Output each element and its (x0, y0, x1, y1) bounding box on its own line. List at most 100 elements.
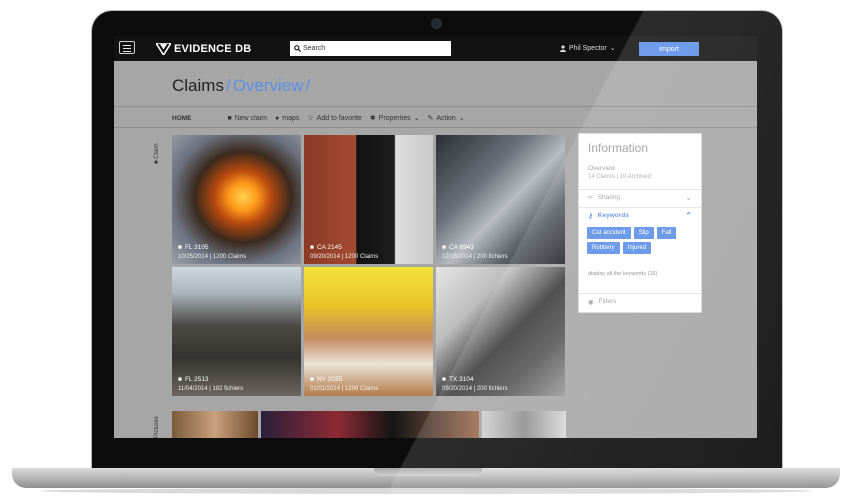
search-icon (294, 45, 301, 52)
logo-icon (156, 43, 171, 55)
picture-thumbnail[interactable] (172, 411, 258, 438)
claim-meta: 11/04/2014 | 182 fichiers (178, 386, 244, 392)
claim-card[interactable]: ■ CA 6943 12/15/2014 | 200 fichiers (436, 135, 565, 264)
claim-card[interactable]: ■ TX 3104 09/20/2014 | 200 fichiers (436, 267, 565, 396)
action-button[interactable]: ✎ Action ⌄ (427, 114, 465, 123)
chevron-down-icon: ⌄ (458, 115, 465, 122)
filters-section[interactable]: ◉ Filters (579, 293, 701, 309)
claim-meta: 01/01/2014 | 1200 Claims (310, 386, 379, 392)
laptop-shadow (40, 488, 812, 494)
action-label: Action (436, 114, 456, 122)
new-claim-label: New claim (234, 114, 268, 122)
add-favorite-label: Add to favorite (316, 114, 362, 122)
key-icon: ⚷ (588, 212, 593, 220)
claim-code-text: FL 3105 (184, 244, 209, 251)
maps-label: maps (282, 114, 300, 122)
folder-icon: ■ (178, 244, 182, 251)
claim-meta: 12/15/2014 | 200 fichiers (442, 254, 508, 260)
claim-meta: 09/20/2014 | 200 fichiers (442, 386, 508, 392)
panel-title: Information (588, 141, 649, 155)
app-screen: EVIDENCE DB Search Phil Spector ⌄ Import… (114, 36, 757, 438)
folder-icon: ■ (154, 160, 160, 164)
keyword-tag[interactable]: Fall (656, 227, 677, 239)
folder-icon: ■ (310, 244, 314, 251)
chevron-down-icon: ⌄ (413, 115, 420, 122)
breadcrumb-root[interactable]: Claims (172, 76, 224, 96)
maps-button[interactable]: ● maps (275, 115, 299, 122)
claim-card[interactable]: ■ FL 3105 10/25/2014 | 1200 Claims (172, 135, 301, 264)
user-icon (560, 44, 566, 52)
breadcrumb-current: Overview (232, 76, 304, 95)
claim-code: ■ CA 6943 (442, 244, 474, 251)
folder-icon: ■ (442, 376, 446, 383)
keyword-tag[interactable]: Robbery (587, 242, 620, 254)
filter-icon: ◉ (588, 298, 594, 306)
keywords-section[interactable]: ⚷ Keywords ⌃ (579, 207, 701, 223)
camera (433, 20, 440, 27)
claim-card[interactable]: ■ FL 2513 11/04/2014 | 182 fichiers (172, 267, 301, 396)
folder-icon: ■ (310, 376, 314, 383)
folder-icon: ■ (178, 376, 182, 383)
keywords-label: Keywords (597, 212, 629, 219)
claims-grid: ■ FL 3105 10/25/2014 | 1200 Claims ■ CA 21… (172, 135, 566, 397)
laptop-notch (374, 468, 482, 476)
filters-label: Filters (598, 298, 617, 305)
claim-code: ■ FL 2513 (178, 376, 209, 383)
pictures-section-label: Pictures (154, 416, 160, 438)
claim-meta: 10/25/2014 | 1200 Claims (178, 254, 247, 260)
claim-card[interactable]: ■ NY 2035 01/01/2014 | 1200 Claims (304, 267, 433, 396)
chevron-down-icon: ⌄ (685, 193, 692, 202)
claim-code-text: CA 6943 (448, 244, 474, 251)
toolbar: HOME ■ New claim ● maps ☆ Add to favorite ✱… (172, 112, 473, 124)
link-icon: ∞ (588, 194, 593, 201)
claim-code: ■ NY 2035 (310, 376, 342, 383)
information-panel: Information Overview 14 Claims | 10 Arch… (579, 134, 701, 312)
picture-thumbnail[interactable] (482, 411, 566, 438)
sharing-label: Sharing (597, 194, 621, 201)
divider (114, 106, 757, 107)
chevron-up-icon: ⌃ (685, 211, 692, 220)
keyword-tag[interactable]: Injured (622, 242, 652, 254)
brand-name: EVIDENCE DB (174, 43, 252, 55)
top-bar: EVIDENCE DB Search Phil Spector ⌄ Import (114, 36, 757, 61)
star-icon: ☆ (307, 115, 314, 122)
folder-icon: ■ (442, 244, 446, 251)
claim-code-text: FL 2513 (184, 376, 209, 383)
breadcrumb-separator: / (225, 76, 231, 95)
display-all-keywords-link[interactable]: display all the keywords (16) (588, 271, 657, 277)
claim-code: ■ FL 3105 (178, 244, 209, 251)
claim-code-text: TX 3104 (448, 376, 474, 383)
keyword-tag[interactable]: Slip (633, 227, 654, 239)
user-menu[interactable]: Phil Spector ⌄ (560, 44, 616, 52)
chevron-down-icon: ⌄ (609, 45, 616, 52)
import-button[interactable]: Import (639, 42, 699, 56)
claim-label: Claim (154, 143, 160, 159)
add-favorite-button[interactable]: ☆ Add to favorite (307, 114, 362, 123)
home-link[interactable]: HOME (172, 115, 192, 122)
user-name: Phil Spector (569, 44, 607, 52)
wrench-icon: ✎ (427, 115, 434, 122)
sharing-section[interactable]: ∞ Sharing ⌄ (579, 189, 701, 205)
pictures-row (172, 411, 566, 438)
claim-card[interactable]: ■ CA 2145 09/20/2014 | 1200 Claims (304, 135, 433, 264)
new-claim-button[interactable]: ■ New claim (228, 115, 268, 122)
search-placeholder: Search (303, 45, 326, 52)
divider (114, 127, 757, 128)
page-title: Claims / Overview / (172, 76, 310, 96)
properties-label: Properties (378, 114, 411, 122)
breadcrumb-trail: / (305, 76, 311, 95)
properties-button[interactable]: ✱ Properties ⌄ (370, 114, 420, 123)
claim-code-text: CA 2145 (316, 244, 342, 251)
overview-stats: 14 Claims | 10 Archived (588, 174, 651, 180)
claim-code: ■ TX 3104 (442, 376, 474, 383)
claim-meta: 09/20/2014 | 1200 Claims (310, 254, 379, 260)
hamburger-menu-icon[interactable] (119, 41, 135, 54)
globe-icon: ● (275, 114, 280, 122)
picture-thumbnail[interactable] (261, 411, 479, 438)
folder-icon: ■ (227, 114, 232, 122)
keyword-tags: Car accident Slip Fall Robbery Injured (587, 227, 697, 254)
search-input[interactable]: Search (290, 41, 451, 56)
keyword-tag[interactable]: Car accident (587, 227, 631, 239)
overview-label: Overview (588, 165, 616, 172)
claim-section-label: ■ Claim (154, 143, 160, 164)
